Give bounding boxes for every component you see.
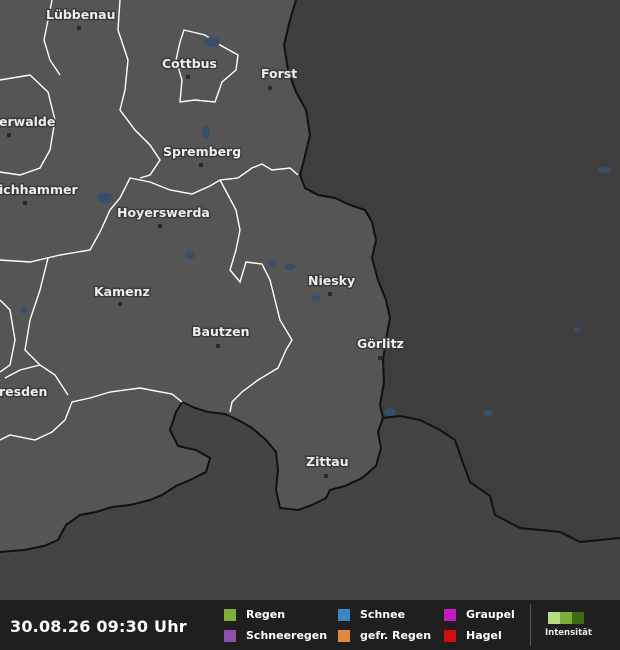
schneeregen-swatch <box>224 629 236 642</box>
gefr-regen-swatch <box>338 629 350 642</box>
city-label-zittau: Zittau <box>306 454 349 469</box>
city-label-ichhammer: ichhammer <box>0 182 78 197</box>
legend-item-regen: Regen <box>224 608 285 621</box>
legend-item-schnee: Schnee <box>338 608 405 621</box>
intensity-low-swatch <box>548 612 560 624</box>
legend-separator <box>530 604 531 646</box>
city-label-cottbus: Cottbus <box>162 56 217 71</box>
hagel-swatch <box>444 629 456 642</box>
legend-item-gefr-regen: gefr. Regen <box>338 629 431 642</box>
radar-timestamp: 30.08.26 09:30 Uhr <box>10 617 187 636</box>
legend-label: Schneeregen <box>246 629 328 642</box>
legend-label: Regen <box>246 608 286 621</box>
city-label-forst: Forst <box>261 66 297 81</box>
intensity-high-swatch <box>572 612 584 624</box>
legend-label: Schnee <box>360 608 406 621</box>
legend-item-graupel: Graupel <box>444 608 515 621</box>
city-label-erwalde: erwalde <box>0 114 55 129</box>
legend-label: Hagel <box>466 629 502 642</box>
legend-item-hagel: Hagel <box>444 629 502 642</box>
radar-map[interactable]: Lübbenau Cottbus Forst erwalde Spremberg… <box>0 0 620 600</box>
city-label-niesky: Niesky <box>308 273 355 288</box>
city-label-spremberg: Spremberg <box>163 144 241 159</box>
graupel-swatch <box>444 608 456 621</box>
legend-label: gefr. Regen <box>360 629 432 642</box>
intensity-scale <box>548 612 584 624</box>
legend-bar: 30.08.26 09:30 Uhr Regen Schneeregen Sch… <box>0 600 620 650</box>
city-label-goerlitz: Görlitz <box>357 336 404 351</box>
legend-item-schneeregen: Schneeregen <box>224 629 327 642</box>
regen-swatch <box>224 608 236 621</box>
schnee-swatch <box>338 608 350 621</box>
city-label-bautzen: Bautzen <box>192 324 250 339</box>
city-label-kamenz: Kamenz <box>94 284 150 299</box>
intensity-mid-swatch <box>560 612 572 624</box>
city-label-hoyerswerda: Hoyerswerda <box>117 205 210 220</box>
legend-label: Graupel <box>466 608 515 621</box>
city-label-luebbenau: Lübbenau <box>46 7 115 22</box>
city-label-resden: resden <box>0 384 47 399</box>
intensity-label: Intensität <box>545 628 592 638</box>
